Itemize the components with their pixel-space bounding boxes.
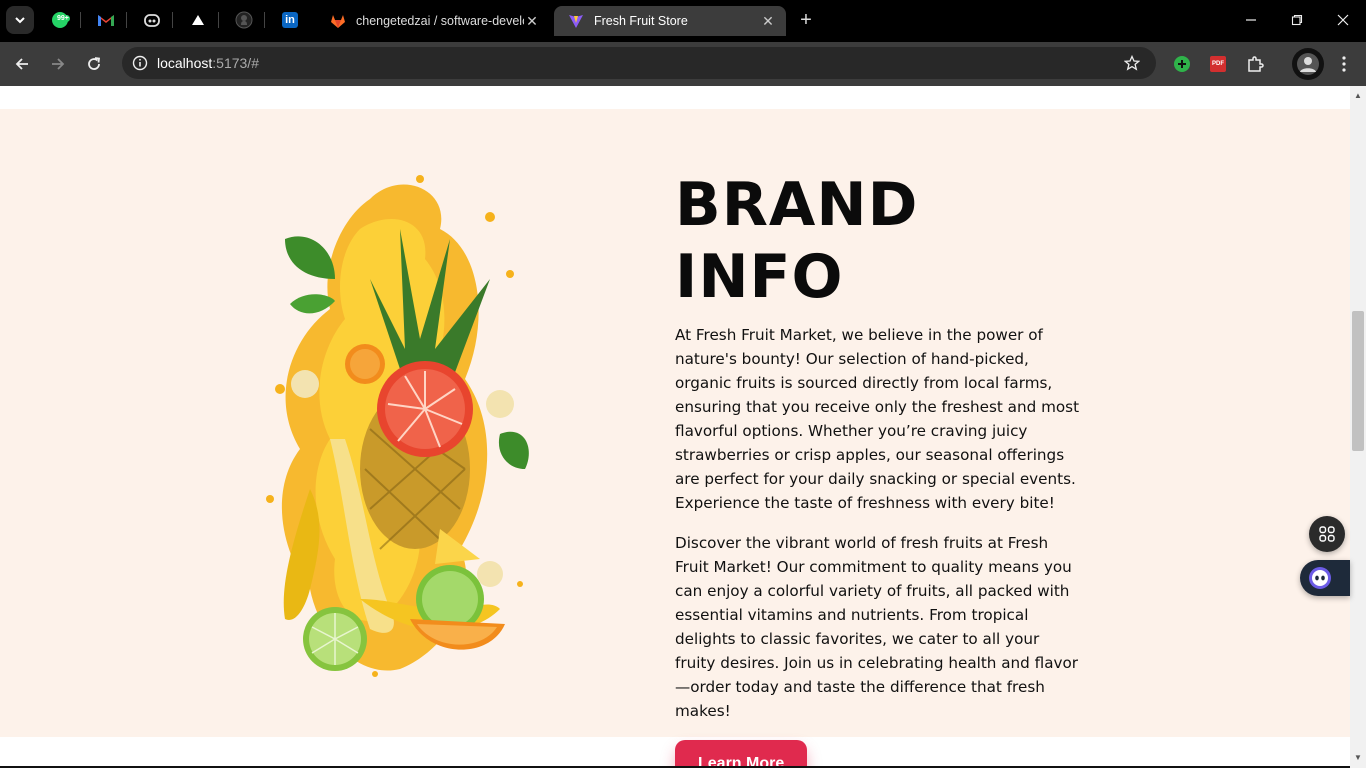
learn-more-button[interactable]: Learn More bbox=[675, 740, 808, 768]
address-bar[interactable]: localhost:5173/# bbox=[122, 47, 1156, 79]
minimize-button[interactable] bbox=[1228, 0, 1274, 40]
extension-add[interactable] bbox=[1170, 52, 1194, 76]
pinned-tab-copilot[interactable] bbox=[134, 6, 170, 34]
site-info-button[interactable] bbox=[128, 51, 152, 75]
close-tab-icon[interactable]: ✕ bbox=[760, 13, 776, 29]
scroll-up-icon[interactable]: ▲ bbox=[1353, 90, 1363, 100]
tab-title: Fresh Fruit Store bbox=[594, 14, 688, 28]
profile-button[interactable] bbox=[1292, 48, 1324, 80]
plus-circle-icon bbox=[1174, 56, 1190, 72]
github-icon bbox=[235, 11, 253, 29]
pinned-tab-gmail[interactable] bbox=[88, 6, 124, 34]
tab-gitlab[interactable]: chengetedzai / software-develo ✕ bbox=[316, 6, 550, 36]
close-window-button[interactable] bbox=[1320, 0, 1366, 40]
url-text: localhost:5173/# bbox=[157, 55, 259, 71]
brand-info-section: BRAND INFO At Fresh Fruit Market, we bel… bbox=[0, 109, 1350, 768]
new-tab-button[interactable]: + bbox=[792, 8, 820, 32]
page-title: BRAND INFO bbox=[675, 170, 919, 312]
close-icon bbox=[1337, 14, 1349, 26]
linkedin-icon: in bbox=[282, 12, 298, 28]
tab-title: chengetedzai / software-develo bbox=[356, 14, 524, 28]
arrow-right-icon bbox=[52, 58, 65, 70]
info-icon bbox=[132, 55, 148, 71]
scrollbar-thumb[interactable] bbox=[1352, 311, 1364, 451]
notification-badge: 99+ bbox=[56, 15, 70, 22]
scroll-down-icon[interactable]: ▼ bbox=[1353, 752, 1363, 762]
page-viewport: BRAND INFO At Fresh Fruit Market, we bel… bbox=[0, 86, 1350, 768]
close-tab-icon[interactable]: ✕ bbox=[524, 13, 540, 29]
grid-icon bbox=[1319, 526, 1335, 542]
brand-paragraph-1: At Fresh Fruit Market, we believe in the… bbox=[675, 326, 1080, 512]
page-scrollbar[interactable]: ▲ ▼ bbox=[1350, 86, 1366, 768]
reload-icon bbox=[88, 57, 101, 70]
pinned-tab-vercel[interactable] bbox=[180, 6, 216, 34]
floating-assistant-button[interactable] bbox=[1300, 560, 1350, 596]
fruit-splash-image bbox=[266, 175, 529, 677]
vite-icon bbox=[569, 15, 583, 28]
browser-menu-button[interactable] bbox=[1332, 52, 1356, 76]
brand-paragraph-2: Discover the vibrant world of fresh frui… bbox=[675, 534, 1079, 720]
chevron-down-icon bbox=[15, 17, 25, 24]
brand-info-content: BRAND INFO At Fresh Fruit Market, we bel… bbox=[675, 169, 1080, 768]
minimize-icon bbox=[1246, 19, 1256, 21]
pinned-tab-linkedin[interactable]: in bbox=[272, 6, 308, 34]
bookmark-button[interactable] bbox=[1122, 53, 1142, 73]
gitlab-icon bbox=[331, 15, 345, 28]
extensions-button[interactable] bbox=[1243, 52, 1267, 76]
restore-icon bbox=[1291, 14, 1303, 26]
forward-button[interactable] bbox=[44, 50, 72, 78]
star-icon bbox=[1124, 55, 1140, 71]
url-host: localhost bbox=[157, 55, 213, 71]
tab-strip: 99+ in chengetedzai / software-develo ✕ … bbox=[0, 0, 1366, 42]
copilot-icon bbox=[144, 14, 160, 27]
browser-toolbar: localhost:5173/# PDF bbox=[0, 42, 1366, 86]
back-button[interactable] bbox=[8, 50, 36, 78]
avatar bbox=[1297, 53, 1319, 75]
url-path: :5173/# bbox=[212, 55, 259, 71]
vercel-icon bbox=[192, 15, 204, 25]
pinned-tab-github[interactable] bbox=[226, 6, 262, 34]
pinned-tab-whatsapp[interactable]: 99+ bbox=[42, 6, 78, 34]
arrow-left-icon bbox=[15, 58, 28, 70]
floating-apps-button[interactable] bbox=[1309, 516, 1345, 552]
tab-search-button[interactable] bbox=[6, 6, 34, 34]
bot-icon bbox=[1309, 567, 1331, 589]
restore-button[interactable] bbox=[1274, 0, 1320, 40]
pdf-icon: PDF bbox=[1210, 56, 1226, 72]
puzzle-icon bbox=[1248, 56, 1264, 72]
tab-fresh-fruit-store[interactable]: Fresh Fruit Store ✕ bbox=[554, 6, 786, 36]
extension-pdf[interactable]: PDF bbox=[1206, 52, 1230, 76]
reload-button[interactable] bbox=[80, 50, 108, 78]
gmail-icon bbox=[98, 15, 114, 26]
more-vertical-icon bbox=[1342, 56, 1346, 72]
